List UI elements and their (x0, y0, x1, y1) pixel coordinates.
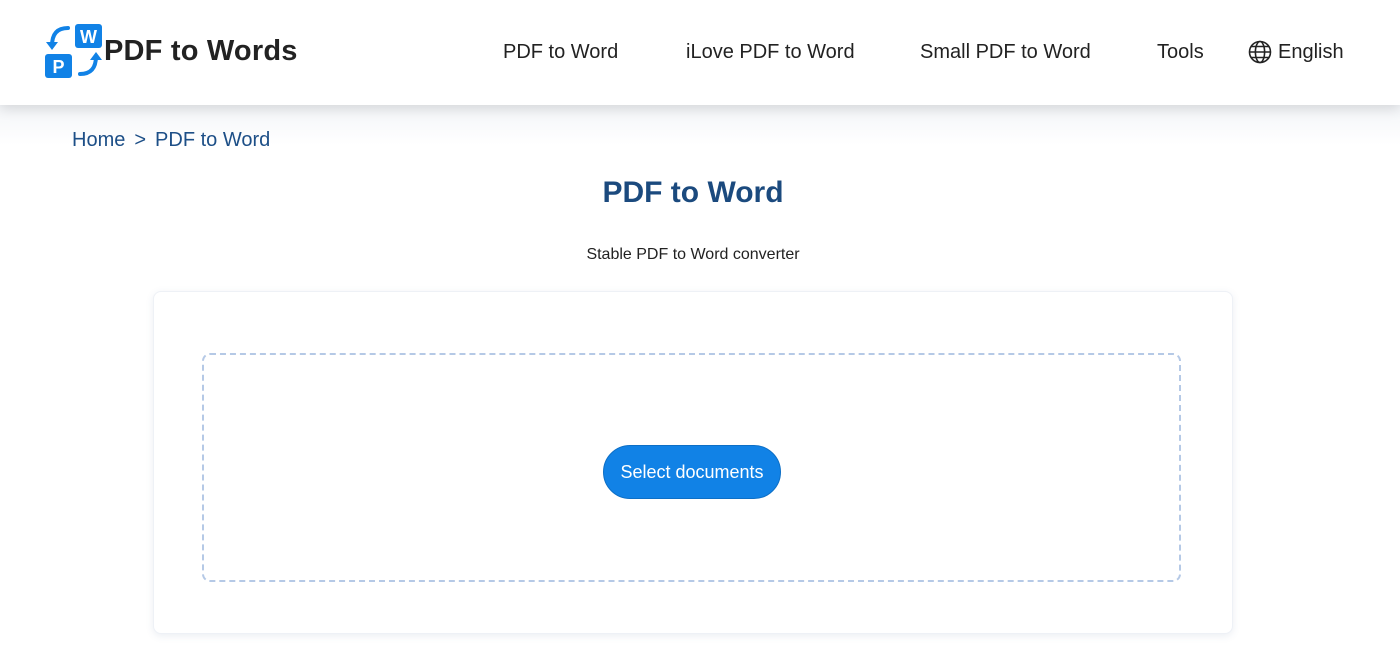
nav-tools[interactable]: Tools (1157, 40, 1204, 64)
nav-pdf-to-word[interactable]: PDF to Word (503, 40, 618, 64)
file-dropzone[interactable]: Select documents (202, 353, 1181, 582)
select-documents-button[interactable]: Select documents (603, 445, 781, 499)
main-nav: PDF to Word iLove PDF to Word Small PDF … (0, 0, 1400, 105)
breadcrumb-current-link[interactable]: PDF to Word (155, 129, 270, 152)
nav-small-pdf-to-word[interactable]: Small PDF to Word (920, 40, 1091, 64)
breadcrumb: Home > PDF to Word (72, 129, 270, 152)
site-header: W P PDF to Words PDF to Word iLove PDF t… (0, 0, 1400, 105)
language-selector[interactable]: English (1248, 40, 1344, 64)
breadcrumb-separator: > (134, 129, 147, 151)
page-subtitle: Stable PDF to Word converter (586, 246, 800, 263)
language-label: English (1278, 41, 1344, 63)
upload-card: Select documents (153, 291, 1233, 634)
nav-ilove-pdf-to-word[interactable]: iLove PDF to Word (686, 40, 855, 64)
globe-icon (1248, 40, 1272, 64)
breadcrumb-home-link[interactable]: Home (72, 129, 125, 152)
page-title: PDF to Word (602, 176, 784, 209)
